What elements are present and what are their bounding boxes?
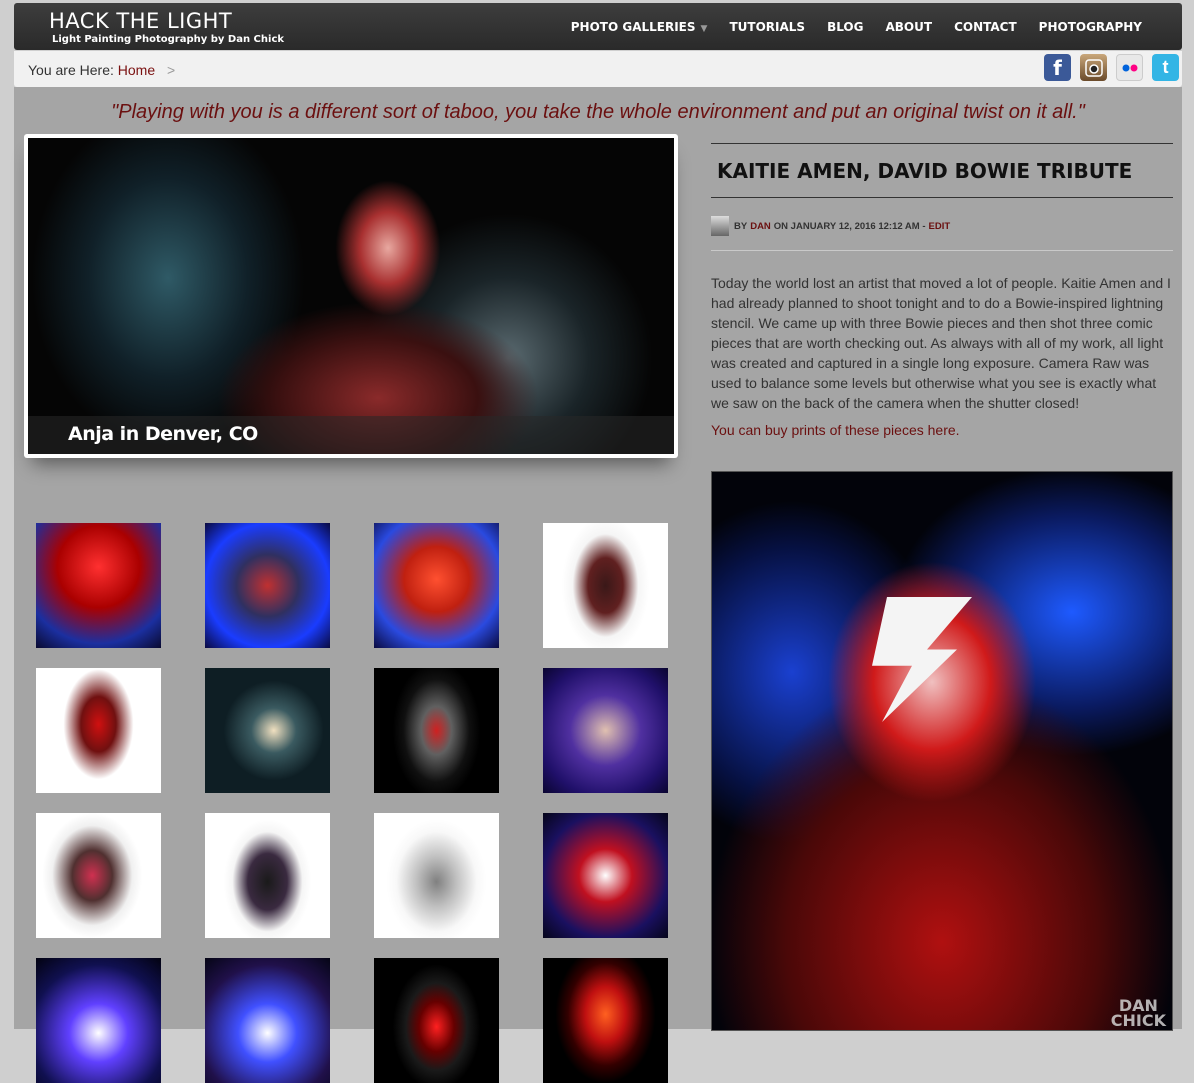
avatar <box>711 216 729 236</box>
main-nav: PHOTO GALLERIES ▼ TUTORIALS BLOG ABOUT CO… <box>549 3 1142 50</box>
breadcrumb-prefix: You are Here: <box>28 62 114 78</box>
header-quote: "Playing with you is a different sort of… <box>111 101 1085 123</box>
gallery-thumbnail[interactable] <box>543 523 668 648</box>
title-rule-top <box>711 143 1173 144</box>
slider-caption: Anja in Denver, CO <box>68 423 258 445</box>
gallery-thumbnail[interactable] <box>374 668 499 793</box>
flickr-icon[interactable] <box>1116 54 1143 81</box>
gallery-thumbnail[interactable] <box>205 813 330 938</box>
breadcrumb-bar: You are Here: Home > f t <box>14 51 1182 87</box>
post-meta: BY DAN ON JANUARY 12, 2016 12:12 AM - ED… <box>711 216 1173 236</box>
nav-contact[interactable]: CONTACT <box>954 20 1017 34</box>
gallery-thumbnail[interactable] <box>205 523 330 648</box>
nav-photo-galleries[interactable]: PHOTO GALLERIES ▼ <box>571 20 708 34</box>
featured-slider[interactable]: Anja in Denver, CO <box>24 134 678 458</box>
buy-prints-link[interactable]: You can buy prints of these pieces here. <box>711 422 1173 438</box>
gallery-thumbnail[interactable] <box>36 813 161 938</box>
gallery-thumbnail[interactable] <box>374 813 499 938</box>
site-header: HACK THE LIGHT Light Painting Photograph… <box>14 3 1182 50</box>
watermark-logo: DAN CHICK <box>1110 996 1166 1030</box>
site-title[interactable]: HACK THE LIGHT <box>49 9 232 33</box>
gallery-thumbnail[interactable] <box>205 668 330 793</box>
site-subtitle: Light Painting Photography by Dan Chick <box>52 34 285 45</box>
main-content: "Playing with you is a different sort of… <box>14 87 1182 1083</box>
gallery-thumbnail[interactable] <box>205 958 330 1083</box>
title-rule-bottom <box>711 197 1173 198</box>
gallery-thumbnail[interactable] <box>36 958 161 1083</box>
gallery-thumbnail[interactable] <box>374 523 499 648</box>
gallery-thumbnail[interactable] <box>543 958 668 1083</box>
chevron-down-icon: ▼ <box>700 23 708 34</box>
meta-by: BY <box>734 220 748 232</box>
social-links: f t <box>1035 54 1179 81</box>
twitter-icon[interactable]: t <box>1152 54 1179 81</box>
instagram-icon[interactable] <box>1080 54 1107 81</box>
slider-image[interactable]: Anja in Denver, CO <box>28 138 674 454</box>
nav-photography[interactable]: PHOTOGRAPHY <box>1039 20 1142 34</box>
breadcrumb: You are Here: Home > <box>28 62 175 78</box>
post-title[interactable]: KAITIE AMEN, DAVID BOWIE TRIBUTE <box>717 159 1173 197</box>
post-body: Today the world lost an artist that move… <box>711 275 1171 411</box>
edit-link[interactable]: EDIT <box>929 221 951 232</box>
blog-post: KAITIE AMEN, DAVID BOWIE TRIBUTE BY DAN … <box>711 143 1173 1031</box>
gallery-thumbnail[interactable] <box>543 668 668 793</box>
author-link[interactable]: DAN <box>750 221 771 232</box>
breadcrumb-home-link[interactable]: Home <box>118 62 155 78</box>
gallery-thumbnail[interactable] <box>36 668 161 793</box>
breadcrumb-separator: > <box>167 62 176 78</box>
lightning-bolt-graphic <box>872 597 972 722</box>
post-date: ON JANUARY 12, 2016 12:12 AM - <box>773 220 926 232</box>
nav-tutorials[interactable]: TUTORIALS <box>729 20 805 34</box>
gallery-thumbnail[interactable] <box>374 958 499 1083</box>
facebook-icon[interactable]: f <box>1044 54 1071 81</box>
meta-rule <box>711 250 1173 251</box>
nav-blog[interactable]: BLOG <box>827 20 863 34</box>
gallery-thumbnail[interactable] <box>543 813 668 938</box>
post-image[interactable]: DAN CHICK <box>711 471 1173 1031</box>
gallery-thumbnail[interactable] <box>36 523 161 648</box>
nav-about[interactable]: ABOUT <box>885 20 932 34</box>
